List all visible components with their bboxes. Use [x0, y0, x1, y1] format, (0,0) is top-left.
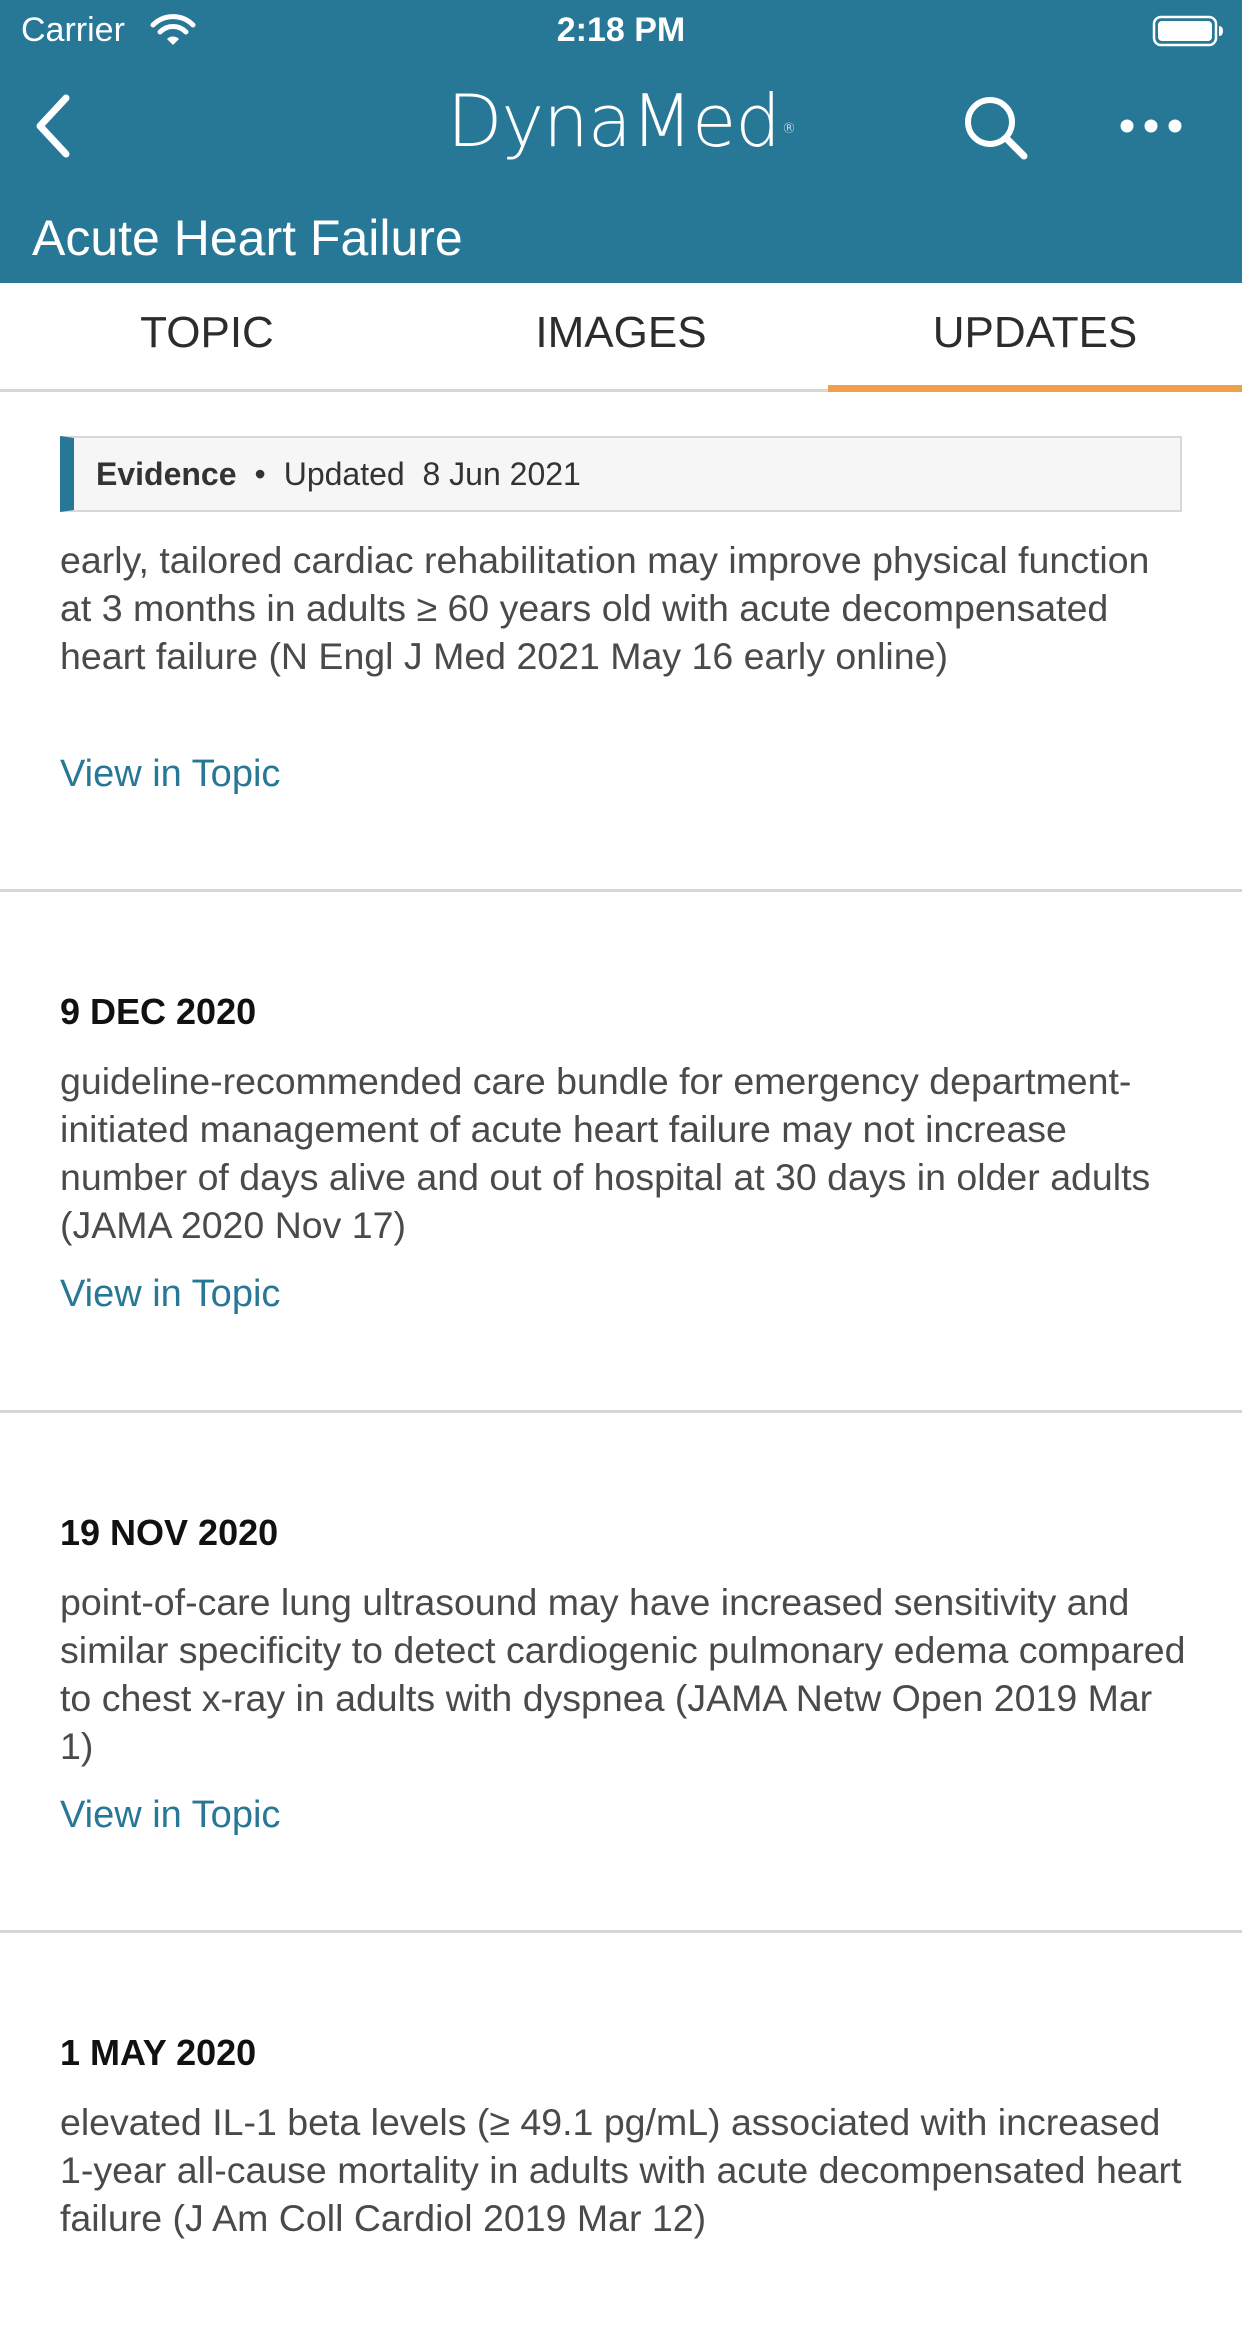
brand-logo: DynaMed ®	[0, 80, 1242, 162]
status-time: 2:18 PM	[556, 11, 686, 49]
separator-dot: •	[254, 456, 266, 492]
updates-list: Evidence • Updated 8 Jun 2021 early, tailo…	[0, 392, 1242, 2333]
updated-label: Updated	[283, 456, 405, 492]
update-text: elevated IL-1 beta levels (≥ 49.1 pg/mL)…	[60, 2101, 1182, 2239]
evidence-badge: Evidence	[96, 456, 237, 492]
updated-date: 8 Jun 2021	[422, 456, 581, 492]
update-date: 9 DEC 2020	[60, 991, 257, 1032]
tab-updates[interactable]: UPDATES	[828, 283, 1242, 392]
app-header: Carrier 2:18 PM DynaMed ® Acute Heart Fa…	[0, 0, 1242, 283]
page-title: Acute Heart Failure	[32, 210, 463, 266]
tab-topic[interactable]: TOPIC	[0, 283, 414, 389]
update-item: 19 NOV 2020 point-of-care lung ultrasoun…	[0, 1413, 1242, 1933]
view-in-topic-link[interactable]: View in Topic	[60, 752, 280, 796]
update-text: point-of-care lung ultrasound may have i…	[60, 1581, 1186, 1767]
search-icon	[965, 97, 1028, 160]
view-in-topic-link[interactable]: View in Topic	[60, 1793, 280, 1837]
tab-images[interactable]: IMAGES	[414, 283, 828, 389]
update-date: 19 NOV 2020	[60, 1512, 279, 1553]
status-bar: Carrier 2:18 PM	[0, 0, 1242, 60]
search-button[interactable]	[960, 92, 1032, 164]
tab-bar: TOPIC IMAGES UPDATES	[0, 283, 1242, 392]
update-item: 1 MAY 2020 elevated IL-1 beta levels (≥ …	[0, 1933, 1242, 2333]
update-item: Evidence • Updated 8 Jun 2021 early, tailo…	[0, 392, 1242, 892]
view-in-topic-link[interactable]: View in Topic	[60, 1272, 280, 1316]
registered-mark: ®	[781, 121, 796, 137]
battery-icon	[1152, 15, 1223, 47]
update-text: early, tailored cardiac rehabilitation m…	[60, 539, 1150, 677]
update-item: 9 DEC 2020 guideline-recommended care bu…	[0, 892, 1242, 1413]
update-date: 1 MAY 2020	[60, 2032, 257, 2073]
brand-name: DynaMed	[447, 79, 781, 163]
more-icon	[1120, 119, 1182, 133]
evidence-banner: Evidence • Updated 8 Jun 2021	[60, 436, 1182, 512]
update-text: guideline-recommended care bundle for em…	[60, 1060, 1151, 1246]
more-options-button[interactable]	[1118, 106, 1184, 146]
